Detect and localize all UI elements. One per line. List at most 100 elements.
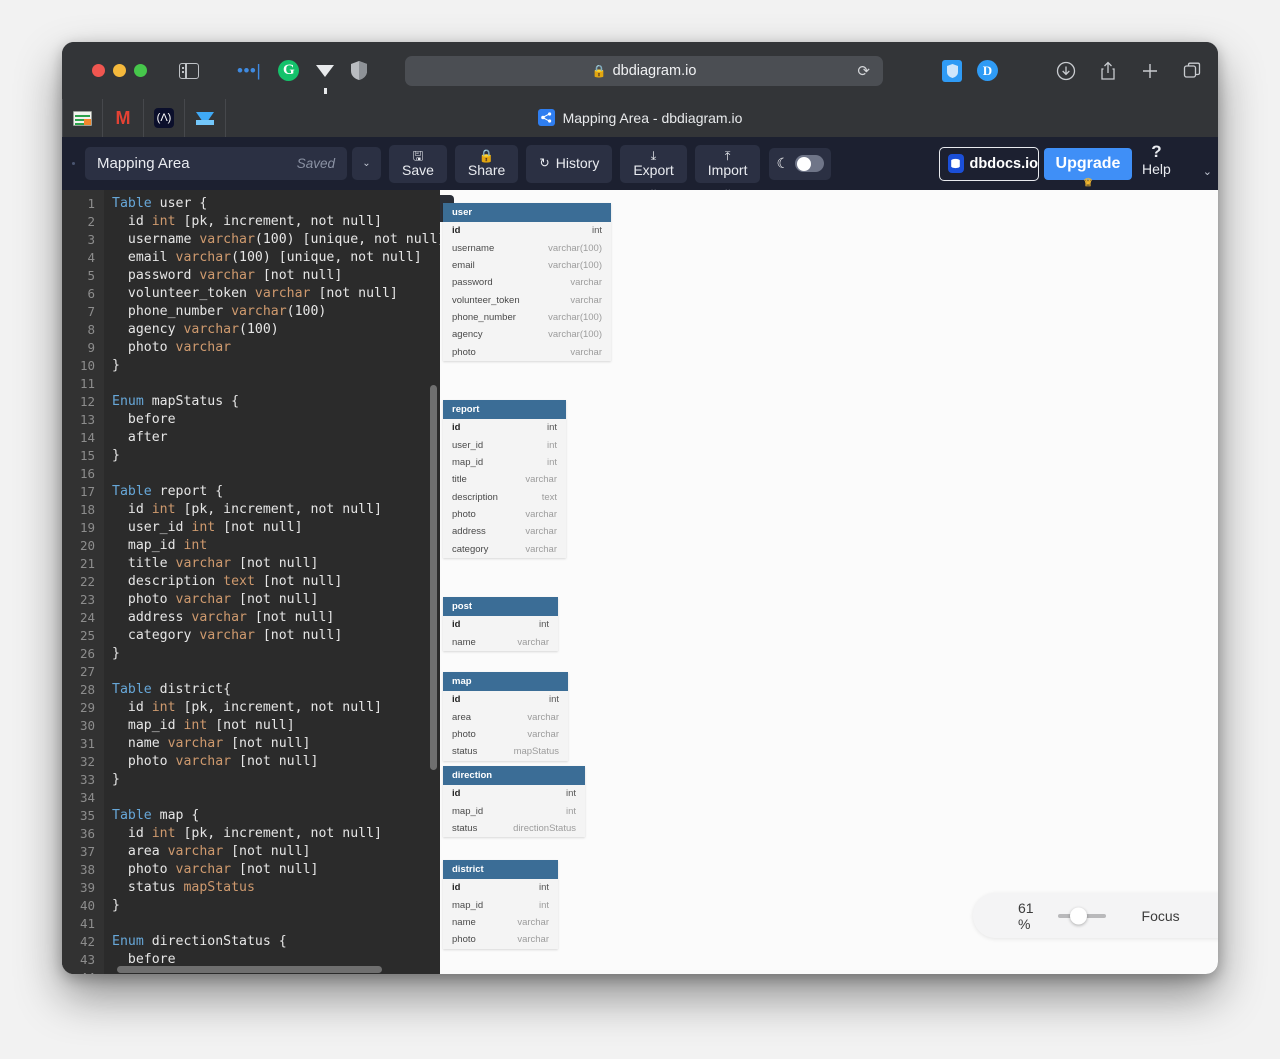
code-line[interactable]: id int [pk, increment, not null] bbox=[112, 501, 440, 519]
code-line[interactable]: } bbox=[112, 357, 440, 375]
diagram-table-header[interactable]: direction bbox=[443, 766, 585, 785]
editor-horizontal-scrollbar[interactable] bbox=[117, 966, 382, 973]
diagram-table-field[interactable]: volunteer_token varchar bbox=[443, 292, 611, 309]
diagram-table-field[interactable]: name varchar bbox=[443, 633, 558, 650]
diagram-table-field[interactable]: photo varchar bbox=[443, 726, 568, 743]
code-line[interactable]: before bbox=[112, 411, 440, 429]
diagram-table[interactable]: post id int name varchar bbox=[443, 597, 558, 651]
dbdocs-button[interactable]: dbdocs.io bbox=[939, 146, 1039, 181]
zoom-slider-knob[interactable] bbox=[1070, 907, 1088, 924]
code-line[interactable] bbox=[112, 465, 440, 483]
diagram-table[interactable]: report id int user_id int map_id int title varch… bbox=[443, 400, 566, 558]
diagram-table-field[interactable]: password varchar bbox=[443, 274, 611, 291]
d-circle-icon[interactable]: D bbox=[977, 60, 998, 81]
code-line[interactable]: volunteer_token varchar [not null] bbox=[112, 285, 440, 303]
project-dropdown-button[interactable]: ⌄ bbox=[352, 147, 381, 180]
maximize-window-button[interactable] bbox=[134, 64, 147, 77]
code-line[interactable]: title varchar [not null] bbox=[112, 555, 440, 573]
diagram-table-field[interactable]: photo varchar bbox=[443, 931, 558, 948]
diagram-table-field[interactable]: user_id int bbox=[443, 436, 566, 453]
shield-icon[interactable] bbox=[351, 61, 368, 80]
code-line[interactable]: Enum directionStatus { bbox=[112, 933, 440, 951]
code-line[interactable]: } bbox=[112, 645, 440, 663]
diagram-table[interactable]: district id int map_id int name varchar photo va… bbox=[443, 860, 558, 949]
blue-shield-icon[interactable] bbox=[942, 59, 962, 82]
diagram-table-header[interactable]: user bbox=[443, 203, 611, 222]
code-line[interactable]: id int [pk, increment, not null] bbox=[112, 825, 440, 843]
close-window-button[interactable] bbox=[92, 64, 105, 77]
code-line[interactable]: user_id int [not null] bbox=[112, 519, 440, 537]
code-line[interactable] bbox=[112, 663, 440, 681]
funnel-icon[interactable] bbox=[316, 64, 335, 94]
code-line[interactable]: Table user { bbox=[112, 195, 440, 213]
active-tab[interactable]: Mapping Area - dbdiagram.io bbox=[62, 109, 1218, 126]
diagram-table-header[interactable]: map bbox=[443, 672, 568, 691]
diagram-table-field[interactable]: id int bbox=[443, 785, 585, 802]
code-line[interactable]: } bbox=[112, 771, 440, 789]
code-line[interactable]: Enum mapStatus { bbox=[112, 393, 440, 411]
code-line[interactable] bbox=[112, 915, 440, 933]
code-line[interactable]: id int [pk, increment, not null] bbox=[112, 213, 440, 231]
diagram-table-field[interactable]: id int bbox=[443, 879, 558, 896]
diagram-table[interactable]: direction id int map_id int status directionSt… bbox=[443, 766, 585, 838]
code-line[interactable] bbox=[112, 375, 440, 393]
diagram-table-field[interactable]: id int bbox=[443, 222, 611, 239]
code-line[interactable]: agency varchar(100) bbox=[112, 321, 440, 339]
project-name-input[interactable]: Mapping Area Saved bbox=[85, 147, 347, 180]
share-button[interactable]: 🔒 Share bbox=[454, 144, 519, 183]
code-line[interactable]: photo varchar bbox=[112, 339, 440, 357]
code-editor[interactable]: 1 2 3 4 5 6 7 8 9 10 11 12 13 14 15 16 17 18 19 20 21 22 23 24 2… bbox=[62, 190, 440, 974]
diagram-table[interactable]: map id int area varchar photo varchar status map… bbox=[443, 672, 568, 761]
history-button[interactable]: ↻ History bbox=[526, 144, 613, 183]
diagram-table-field[interactable]: name varchar bbox=[443, 914, 558, 931]
diagram-table-field[interactable]: map_id int bbox=[443, 802, 585, 819]
code-line[interactable]: Table map { bbox=[112, 807, 440, 825]
diagram-table-field[interactable]: photo varchar bbox=[443, 506, 566, 523]
code-line[interactable]: name varchar [not null] bbox=[112, 735, 440, 753]
diagram-table-field[interactable]: title varchar bbox=[443, 471, 566, 488]
tab-overview-icon[interactable] bbox=[1182, 61, 1202, 81]
code-line[interactable]: area varchar [not null] bbox=[112, 843, 440, 861]
diagram-table-field[interactable]: area varchar bbox=[443, 708, 568, 725]
code-line[interactable]: photo varchar [not null] bbox=[112, 753, 440, 771]
diagram-table-header[interactable]: district bbox=[443, 860, 558, 879]
code-line[interactable]: address varchar [not null] bbox=[112, 609, 440, 627]
diagram-canvas[interactable]: ‹ useridintusernamevarchar(100)emailvarc… bbox=[440, 190, 1218, 974]
code-line[interactable]: id int [pk, increment, not null] bbox=[112, 699, 440, 717]
zoom-slider[interactable] bbox=[1058, 907, 1106, 924]
code-line[interactable]: status mapStatus bbox=[112, 879, 440, 897]
code-line[interactable] bbox=[112, 789, 440, 807]
export-button[interactable]: ⤓ Export ⌄ bbox=[620, 144, 687, 195]
diagram-table-header[interactable]: report bbox=[443, 400, 566, 419]
download-icon[interactable] bbox=[1056, 61, 1076, 81]
code-line[interactable]: Table district{ bbox=[112, 681, 440, 699]
save-button[interactable]: 🖫 Save bbox=[389, 144, 447, 183]
code-line[interactable]: username varchar(100) [unique, not null] bbox=[112, 231, 440, 249]
code-line[interactable]: category varchar [not null] bbox=[112, 627, 440, 645]
dots-icon[interactable]: •••| bbox=[237, 62, 261, 79]
diagram-table-field[interactable]: agency varchar(100) bbox=[443, 326, 611, 343]
diagram-table[interactable]: user id int username varchar(100) email varcha… bbox=[443, 203, 611, 361]
diagram-table-field[interactable]: map_id int bbox=[443, 896, 558, 913]
code-line[interactable]: description text [not null] bbox=[112, 573, 440, 591]
grammarly-icon[interactable]: G bbox=[278, 60, 300, 81]
address-bar[interactable]: 🔒 dbdiagram.io ⟳ bbox=[405, 56, 883, 86]
sidebar-toggle-icon[interactable] bbox=[179, 62, 199, 79]
diagram-table-field[interactable]: username varchar(100) bbox=[443, 239, 611, 256]
code-line[interactable]: email varchar(100) [unique, not null] bbox=[112, 249, 440, 267]
diagram-table-field[interactable]: map_id int bbox=[443, 454, 566, 471]
code-line[interactable]: after bbox=[112, 429, 440, 447]
upgrade-button[interactable]: Upgrade ♕ bbox=[1044, 147, 1132, 189]
code-line[interactable]: phone_number varchar(100) bbox=[112, 303, 440, 321]
diagram-table-field[interactable]: id int bbox=[443, 616, 558, 633]
code-content[interactable]: Table user { id int [pk, increment, not … bbox=[112, 195, 440, 974]
diagram-table-header[interactable]: post bbox=[443, 597, 558, 616]
dark-mode-toggle[interactable]: ☾ bbox=[769, 147, 832, 180]
help-button[interactable]: ? Help bbox=[1142, 143, 1171, 178]
code-line[interactable]: photo varchar [not null] bbox=[112, 591, 440, 609]
focus-button[interactable]: Focus bbox=[1142, 908, 1180, 924]
code-line[interactable]: Table report { bbox=[112, 483, 440, 501]
chevron-down-icon[interactable]: ⌄ bbox=[1203, 165, 1212, 178]
code-line[interactable]: photo varchar [not null] bbox=[112, 861, 440, 879]
diagram-table-field[interactable]: id int bbox=[443, 691, 568, 708]
